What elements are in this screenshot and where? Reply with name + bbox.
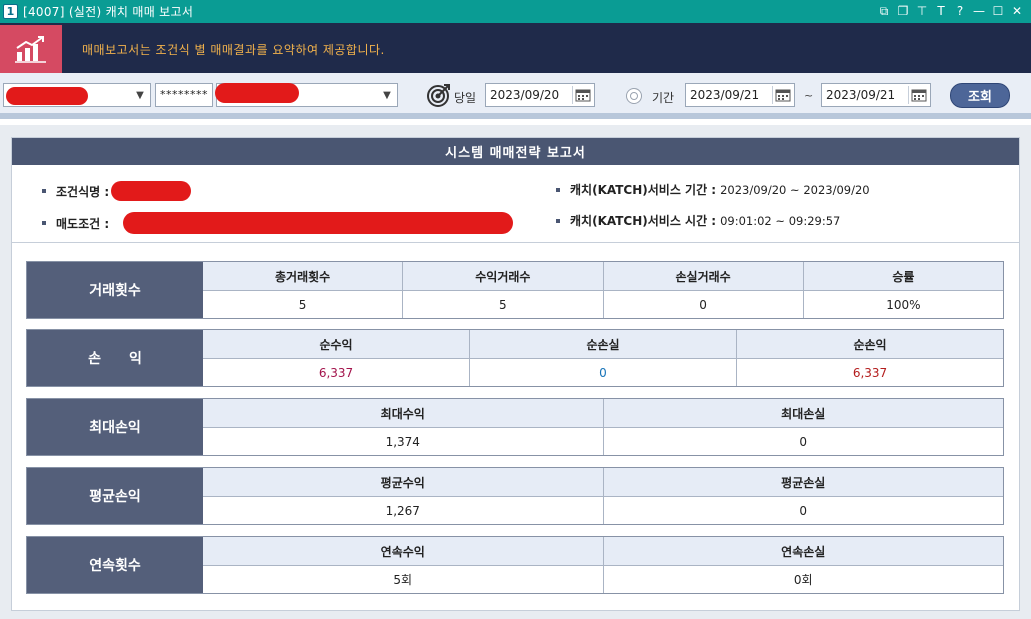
period-radio[interactable] bbox=[626, 88, 642, 104]
net-profit-label: 순수익 bbox=[203, 330, 469, 359]
service-period-value: 2023/09/20 ~ 2023/09/20 bbox=[720, 182, 870, 197]
banner-description: 매매보고서는 조건식 별 매매결과를 요약하여 제공합니다. bbox=[82, 43, 385, 57]
avg-profit-label: 평균수익 bbox=[203, 468, 603, 497]
avg-loss-value: 0 bbox=[799, 503, 808, 518]
total-trades-value: 5 bbox=[298, 297, 307, 312]
win-rate-label: 승률 bbox=[803, 262, 1003, 291]
chevron-down-icon[interactable]: ▼ bbox=[133, 88, 147, 102]
trades-block: 거래횟수 총거래횟수 5 수익거래수 5 손실거래수 0 승률 100% bbox=[26, 261, 1004, 319]
avg-block: 평균손익 평균수익 1,267 평균손실 0 bbox=[26, 467, 1004, 525]
avg-head: 평균손익 bbox=[27, 468, 203, 524]
streak-loss-value: 0회 bbox=[793, 573, 813, 587]
avg-loss-label: 평균손실 bbox=[603, 468, 1003, 497]
redaction-mark bbox=[215, 83, 299, 103]
net-pnl-value: 6,337 bbox=[852, 365, 888, 380]
condition-name-row: 조건식명 : bbox=[42, 181, 192, 201]
redaction-mark bbox=[123, 212, 514, 234]
net-loss-label: 순손실 bbox=[470, 330, 736, 359]
password-field[interactable]: ******** bbox=[155, 83, 213, 107]
condition-name-label: 조건식명 : bbox=[56, 184, 110, 199]
calendar-icon[interactable] bbox=[772, 86, 792, 104]
period-start-field[interactable]: 2023/09/21 bbox=[685, 83, 795, 107]
minimize-icon[interactable]: — bbox=[971, 3, 987, 19]
service-period-row: 캐치(KATCH)서비스 기간 : 2023/09/20 ~ 2023/09/2… bbox=[556, 181, 870, 198]
bullet-icon bbox=[556, 187, 560, 192]
streak-profit-value: 5회 bbox=[393, 573, 413, 587]
max-profit-label: 최대수익 bbox=[203, 399, 603, 428]
maximize-icon[interactable]: ☐ bbox=[990, 3, 1006, 19]
content-area: 시스템 매매전략 보고서 조건식명 : 매도조건 : 캐치(KATCH)서비스 … bbox=[0, 125, 1031, 619]
profit-trades-label: 수익거래수 bbox=[403, 262, 603, 291]
sell-condition-label: 매도조건 : bbox=[56, 216, 110, 231]
window-tools: ⧉ ❐ ⊤ T ? — ☐ ✕ bbox=[876, 3, 1025, 19]
max-loss-label: 최대손실 bbox=[603, 399, 1003, 428]
service-time-label: 캐치(KATCH)서비스 시간 : bbox=[570, 214, 717, 228]
loss-trades-value: 0 bbox=[699, 297, 707, 312]
period-start-value: 2023/09/21 bbox=[690, 88, 760, 102]
service-period-label: 캐치(KATCH)서비스 기간 : bbox=[570, 183, 717, 197]
radio-dot-icon bbox=[630, 92, 638, 100]
trades-head: 거래횟수 bbox=[27, 262, 203, 318]
today-label: 당일 bbox=[454, 91, 477, 105]
max-loss-value: 0 bbox=[799, 434, 808, 449]
streak-block: 연속횟수 연속수익 5회 연속손실 0회 bbox=[26, 536, 1004, 594]
chart-report-icon bbox=[0, 25, 62, 73]
report-info: 조건식명 : 매도조건 : 캐치(KATCH)서비스 기간 : 2023/09/… bbox=[12, 165, 1019, 243]
report-panel: 시스템 매매전략 보고서 조건식명 : 매도조건 : 캐치(KATCH)서비스 … bbox=[11, 137, 1020, 611]
today-date-field[interactable]: 2023/09/20 bbox=[485, 83, 595, 107]
target-radio-icon[interactable] bbox=[426, 82, 452, 108]
bullet-icon bbox=[42, 189, 46, 193]
win-rate-value: 100% bbox=[886, 297, 921, 312]
calendar-icon[interactable] bbox=[572, 86, 592, 104]
avg-profit-value: 1,267 bbox=[385, 503, 420, 518]
net-profit-value: 6,337 bbox=[318, 365, 354, 380]
period-separator: ~ bbox=[804, 89, 814, 102]
bullet-icon bbox=[42, 221, 46, 225]
sell-condition-row: 매도조건 : bbox=[42, 212, 514, 234]
window-title: [4007] (실전) 캐치 매매 보고서 bbox=[23, 5, 194, 19]
pnl-head: 손 익 bbox=[27, 330, 203, 386]
toolbar: ▼ ******** ▼ 당일 2023/09/20 기간 2023/09/21… bbox=[0, 73, 1031, 119]
link-icon[interactable]: ⧉ bbox=[876, 3, 892, 19]
chevron-down-icon[interactable]: ▼ bbox=[380, 88, 394, 102]
help-icon[interactable]: ? bbox=[952, 3, 968, 19]
max-block: 최대손익 최대수익 1,374 최대손실 0 bbox=[26, 398, 1004, 456]
account-select[interactable]: ▼ bbox=[3, 83, 151, 107]
period-label: 기간 bbox=[652, 91, 675, 105]
service-time-row: 캐치(KATCH)서비스 시간 : 09:01:02 ~ 09:29:57 bbox=[556, 212, 840, 229]
streak-profit-label: 연속수익 bbox=[203, 537, 603, 566]
period-end-field[interactable]: 2023/09/21 bbox=[821, 83, 931, 107]
net-loss-value: 0 bbox=[599, 365, 607, 380]
profit-trades-value: 5 bbox=[499, 297, 507, 312]
font-size-icon[interactable]: T bbox=[933, 3, 949, 19]
total-trades-label: 총거래횟수 bbox=[203, 262, 403, 291]
window-number-badge: 1 bbox=[3, 4, 18, 19]
report-title: 시스템 매매전략 보고서 bbox=[12, 138, 1019, 165]
window-titlebar: 1 [4007] (실전) 캐치 매매 보고서 ⧉ ❐ ⊤ T ? — ☐ ✕ bbox=[0, 0, 1031, 23]
query-button[interactable]: 조회 bbox=[950, 83, 1010, 108]
net-pnl-label: 순손익 bbox=[737, 330, 1003, 359]
max-head: 최대손익 bbox=[27, 399, 203, 455]
condition-select[interactable]: ▼ bbox=[215, 83, 398, 107]
pin-icon[interactable]: ⊤ bbox=[914, 3, 930, 19]
loss-trades-label: 손실거래수 bbox=[603, 262, 803, 291]
streak-head: 연속횟수 bbox=[27, 537, 203, 593]
info-banner: 매매보고서는 조건식 별 매매결과를 요약하여 제공합니다. bbox=[0, 23, 1031, 73]
redaction-mark bbox=[111, 181, 192, 201]
redaction-mark bbox=[6, 87, 88, 105]
close-icon[interactable]: ✕ bbox=[1009, 3, 1025, 19]
pnl-block: 손 익 순수익 6,337 순손실 0 순손익 6,337 bbox=[26, 329, 1004, 387]
calendar-icon[interactable] bbox=[908, 86, 928, 104]
copy-icon[interactable]: ❐ bbox=[895, 3, 911, 19]
bullet-icon bbox=[556, 218, 560, 223]
today-date-value: 2023/09/20 bbox=[490, 88, 560, 102]
service-time-value: 09:01:02 ~ 09:29:57 bbox=[720, 213, 841, 228]
max-profit-value: 1,374 bbox=[385, 434, 420, 449]
streak-loss-label: 연속손실 bbox=[603, 537, 1003, 566]
period-end-value: 2023/09/21 bbox=[826, 88, 896, 102]
